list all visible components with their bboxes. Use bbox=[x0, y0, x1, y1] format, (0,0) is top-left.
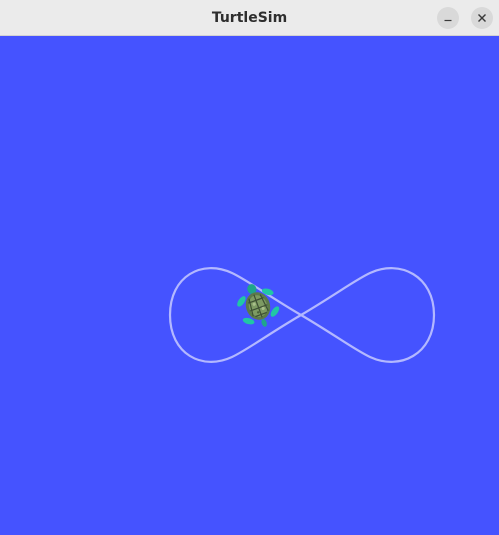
turtlesim-window: TurtleSim bbox=[0, 0, 499, 535]
minimize-icon bbox=[444, 19, 452, 22]
title-bar[interactable]: TurtleSim bbox=[0, 0, 499, 36]
window-title: TurtleSim bbox=[211, 10, 288, 26]
close-button[interactable] bbox=[471, 7, 493, 29]
simulation-canvas bbox=[0, 36, 499, 535]
minimize-button[interactable] bbox=[437, 7, 459, 29]
close-icon bbox=[478, 14, 486, 22]
